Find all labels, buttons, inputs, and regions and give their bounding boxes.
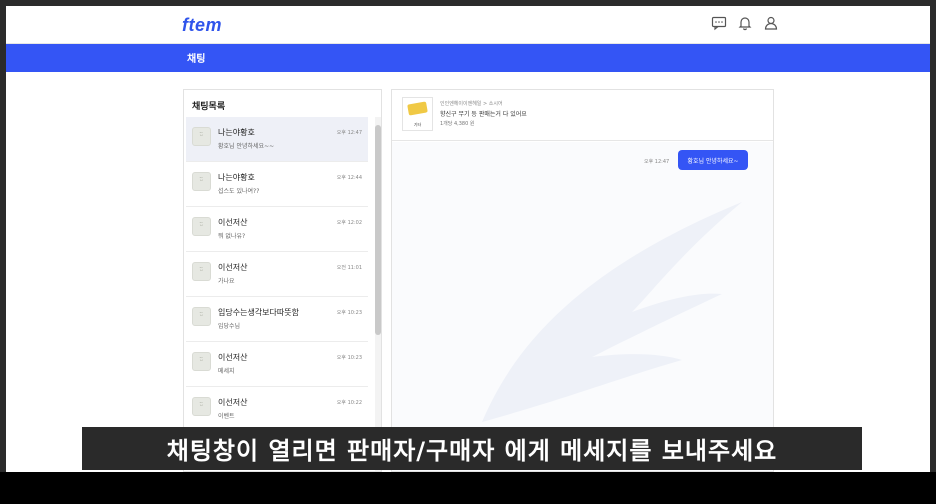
chat-item-time: 오후 12:02 [336,220,362,226]
chat-item-time: 오후 10:23 [336,310,362,316]
chat-list-item[interactable]: ᵕ̈ 이선저산 가나요 오전 11:01 [186,252,368,297]
chat-item-name: 이선저산 [218,218,248,227]
scrollbar-thumb[interactable] [375,125,381,335]
header-icons [711,15,779,31]
app-screen: ftem 채팅 채팅목록 ᵕ̈ 나는야황호 황호님 안녕하세요~~ 오후 12:… [6,6,930,472]
nav-bar: 채팅 [6,44,930,72]
chat-list-item[interactable]: ᵕ̈ 이선저산 뭐 없나유? 오후 12:02 [186,207,368,252]
avatar: ᵕ̈ [192,262,211,281]
chat-list-scrollbar[interactable] [375,117,381,471]
wing-watermark [482,202,742,422]
subtitle-caption: 채팅창이 열리면 판매자/구매자 에게 메세지를 보내주세요 [82,427,862,470]
chat-item-name: 나는야황호 [218,128,255,137]
message-bubble: 황호님 안녕하세요~ [678,150,748,170]
chat-list: ᵕ̈ 나는야황호 황호님 안녕하세요~~ 오후 12:47 ᵕ̈ 나는야황호 섭… [184,117,374,432]
chat-list-item[interactable]: ᵕ̈ 나는야황호 섭스도 있나여?? 오후 12:44 [186,162,368,207]
chat-item-message: 입당수님 [218,323,241,330]
product-price: 1개당 4,380 원 [440,121,475,127]
avatar: ᵕ̈ [192,352,211,371]
chat-item-time: 오후 12:44 [336,175,362,181]
product-thumb-label: 기타 [413,122,422,127]
nav-title[interactable]: 채팅 [187,50,205,65]
bell-icon[interactable] [737,15,753,31]
product-thumbnail[interactable]: 기타 [402,97,433,131]
chat-list-title: 채팅목록 [192,102,226,112]
chat-list-panel: 채팅목록 ᵕ̈ 나는야황호 황호님 안녕하세요~~ 오후 12:47 ᵕ̈ 나는… [183,89,382,472]
subtitle-text: 채팅창이 열리면 판매자/구매자 에게 메세지를 보내주세요 [166,437,778,465]
chat-item-time: 오후 10:22 [336,400,362,406]
chat-item-message: 황호님 안녕하세요~~ [218,143,275,150]
chat-item-time: 오후 10:23 [336,355,362,361]
chat-item-name: 이선저산 [218,398,248,407]
avatar: ᵕ̈ [192,127,211,146]
avatar: ᵕ̈ [192,217,211,236]
user-icon[interactable] [763,15,779,31]
chat-item-name: 나는야황호 [218,173,255,182]
avatar: ᵕ̈ [192,307,211,326]
avatar: ᵕ̈ [192,172,211,191]
chat-list-item[interactable]: ᵕ̈ 나는야황호 황호님 안녕하세요~~ 오후 12:47 [186,117,368,162]
chat-item-name: 이선저산 [218,263,248,272]
chat-item-name: 이선저산 [218,353,248,362]
chat-list-item[interactable]: ᵕ̈ 입당수는생각보다따뜻함 입당수님 오후 10:23 [186,297,368,342]
chat-list-item[interactable]: ᵕ̈ 이선저산 이벤트 오후 10:22 [186,387,368,432]
chat-item-message: 메세지 [218,368,235,375]
chat-icon[interactable] [711,15,727,31]
video-bottom-bar [0,472,936,504]
chat-item-message: 섭스도 있나여?? [218,188,260,195]
product-title: 향신구 무기 등 판매는거 다 있어요 [440,111,527,118]
avatar: ᵕ̈ [192,397,211,416]
logo[interactable]: ftem [182,15,222,36]
chat-item-time: 오전 11:01 [336,265,362,271]
product-image [407,101,428,116]
chat-item-message: 뭐 없나유? [218,233,246,240]
top-bar: ftem [6,6,930,44]
product-category: 인인엔헤이이엔헤일 > 소시어 [440,101,503,107]
chat-room-panel: 기타 인인엔헤이이엔헤일 > 소시어 향신구 무기 등 판매는거 다 있어요 1… [391,89,774,472]
chat-item-time: 오후 12:47 [336,130,362,136]
message-time: 오후 12:47 [644,159,670,165]
chat-item-message: 이벤트 [218,413,235,420]
chat-item-name: 입당수는생각보다따뜻함 [218,308,299,317]
chat-item-message: 가나요 [218,278,235,285]
product-header[interactable]: 기타 인인엔헤이이엔헤일 > 소시어 향신구 무기 등 판매는거 다 있어요 1… [392,90,773,141]
chat-messages-area: 오후 12:47 황호님 안녕하세요~ [392,142,773,471]
chat-list-item[interactable]: ᵕ̈ 이선저산 메세지 오후 10:23 [186,342,368,387]
